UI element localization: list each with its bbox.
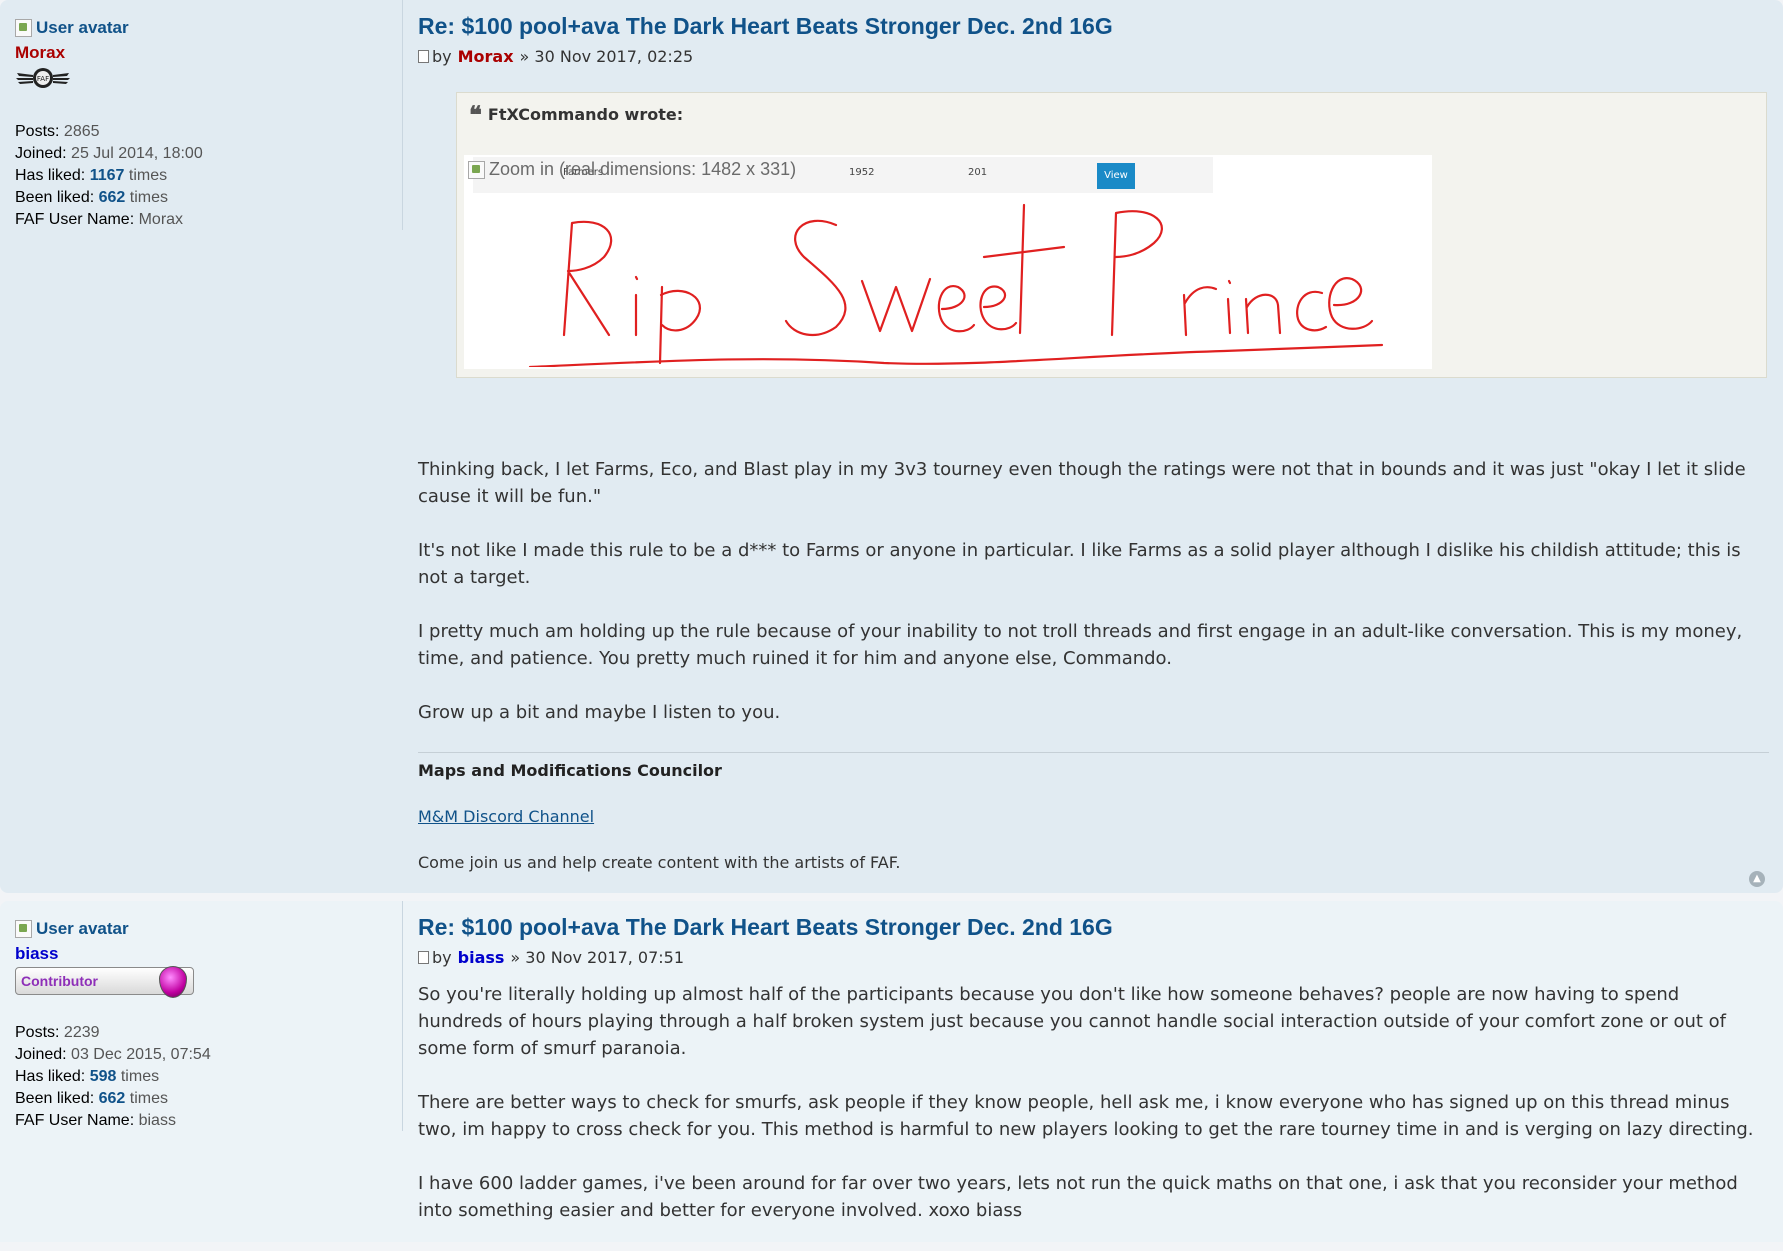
been-liked-count[interactable]: 662 (99, 189, 126, 206)
joined-date: 25 Jul 2014, 18:00 (71, 145, 203, 162)
has-liked-count[interactable]: 1167 (90, 167, 125, 184)
quoted-image[interactable]: Farmers 1952 201 View Zoom in (real dime… (464, 155, 1432, 369)
post-date: » 30 Nov 2017, 07:51 (510, 948, 685, 967)
posts-label: Posts: (15, 123, 60, 140)
signature: Maps and Modifications Councilor M&M Dis… (418, 752, 1769, 872)
image-alt-label: Zoom in (real dimensions: 1482 x 331) (489, 159, 797, 179)
post-biass: User avatar biass Contributor Posts: 223… (0, 901, 1783, 1242)
back-to-top-icon[interactable]: ▲ (1749, 871, 1765, 887)
signature-heading: Maps and Modifications Councilor (418, 761, 722, 780)
by-label: by (432, 47, 452, 66)
user-avatar[interactable]: User avatar (15, 919, 129, 939)
contributor-gem-icon (159, 966, 187, 998)
post-author[interactable]: biass (458, 948, 505, 967)
document-icon[interactable] (418, 50, 429, 63)
post-paragraph: So you're literally holding up almost ha… (418, 984, 1726, 1059)
signature-text: Come join us and help create content wit… (418, 853, 901, 872)
post-date: » 30 Nov 2017, 02:25 (519, 47, 694, 66)
post-profile: User avatar Morax FAF Posts: 2865 Joined… (0, 0, 403, 230)
username[interactable]: biass (15, 944, 58, 964)
faf-username: Morax (138, 211, 184, 228)
by-label: by (432, 948, 452, 967)
strip-number: 1952 (849, 167, 875, 178)
times-label: times (129, 189, 169, 206)
faf-username-label: FAF User Name: (15, 1112, 135, 1129)
post-paragraph: There are better ways to check for smurf… (418, 1092, 1754, 1140)
posts-label: Posts: (15, 1024, 60, 1041)
avatar-alt-text: User avatar (36, 919, 129, 938)
times-label: times (120, 1068, 160, 1085)
been-liked-label: Been liked: (15, 1090, 95, 1107)
quote-author: FtXCommando wrote: (487, 105, 684, 124)
faf-wings-badge-icon: FAF (15, 66, 71, 95)
has-liked-count[interactable]: 598 (90, 1068, 117, 1085)
quote-block: ❝ FtXCommando wrote: Farmers 1952 201 Vi… (456, 92, 1767, 378)
post-paragraph: It's not like I made this rule to be a d… (418, 540, 1741, 588)
username[interactable]: Morax (15, 43, 65, 63)
post-title[interactable]: Re: $100 pool+ava The Dark Heart Beats S… (418, 13, 1113, 40)
times-label: times (129, 1090, 169, 1107)
user-avatar[interactable]: User avatar (15, 18, 129, 38)
post-byline: by Morax » 30 Nov 2017, 02:25 (418, 47, 693, 66)
joined-date: 03 Dec 2015, 07:54 (71, 1046, 211, 1063)
post-title[interactable]: Re: $100 pool+ava The Dark Heart Beats S… (418, 914, 1113, 941)
rank-label: Contributor (21, 973, 98, 989)
post-author[interactable]: Morax (458, 47, 514, 66)
document-icon[interactable] (418, 951, 429, 964)
user-stats: Posts: 2239 Joined: 03 Dec 2015, 07:54 H… (15, 1022, 211, 1132)
contributor-badge: Contributor (15, 966, 194, 998)
post-body: So you're literally holding up almost ha… (418, 981, 1769, 1251)
been-liked-label: Been liked: (15, 189, 95, 206)
times-label: times (128, 167, 168, 184)
quote-cite: ❝ FtXCommando wrote: (469, 99, 684, 129)
post-morax: User avatar Morax FAF Posts: 2865 Joined… (0, 0, 1783, 893)
broken-image-icon (468, 160, 485, 179)
post-paragraph: I have 600 ladder games, i've been aroun… (418, 1173, 1738, 1221)
svg-text:FAF: FAF (37, 75, 49, 83)
handwriting-drawing (528, 203, 1384, 367)
posts-count[interactable]: 2239 (64, 1024, 100, 1041)
broken-image-icon (15, 920, 32, 938)
image-alt-text: Zoom in (real dimensions: 1482 x 331) (468, 159, 796, 180)
post-paragraph: I pretty much am holding up the rule bec… (418, 621, 1743, 669)
post-body: Thinking back, I let Farms, Eco, and Bla… (418, 456, 1769, 753)
quote-mark-icon: ❝ (469, 99, 482, 129)
post-paragraph: Thinking back, I let Farms, Eco, and Bla… (418, 459, 1746, 507)
faf-username: biass (138, 1112, 176, 1129)
joined-label: Joined: (15, 145, 67, 162)
strip-number: 201 (968, 167, 988, 178)
post-byline: by biass » 30 Nov 2017, 07:51 (418, 948, 684, 967)
been-liked-count[interactable]: 662 (99, 1090, 126, 1107)
view-button: View (1097, 163, 1135, 189)
signature-link[interactable]: M&M Discord Channel (418, 807, 594, 826)
faf-username-label: FAF User Name: (15, 211, 135, 228)
broken-image-icon (15, 19, 32, 37)
post-paragraph: Grow up a bit and maybe I listen to you. (418, 702, 781, 723)
posts-count[interactable]: 2865 (64, 123, 100, 140)
has-liked-label: Has liked: (15, 167, 86, 184)
joined-label: Joined: (15, 1046, 67, 1063)
post-profile: User avatar biass Contributor Posts: 223… (0, 901, 403, 1131)
avatar-alt-text: User avatar (36, 18, 129, 37)
user-stats: Posts: 2865 Joined: 25 Jul 2014, 18:00 H… (15, 121, 203, 231)
has-liked-label: Has liked: (15, 1068, 86, 1085)
